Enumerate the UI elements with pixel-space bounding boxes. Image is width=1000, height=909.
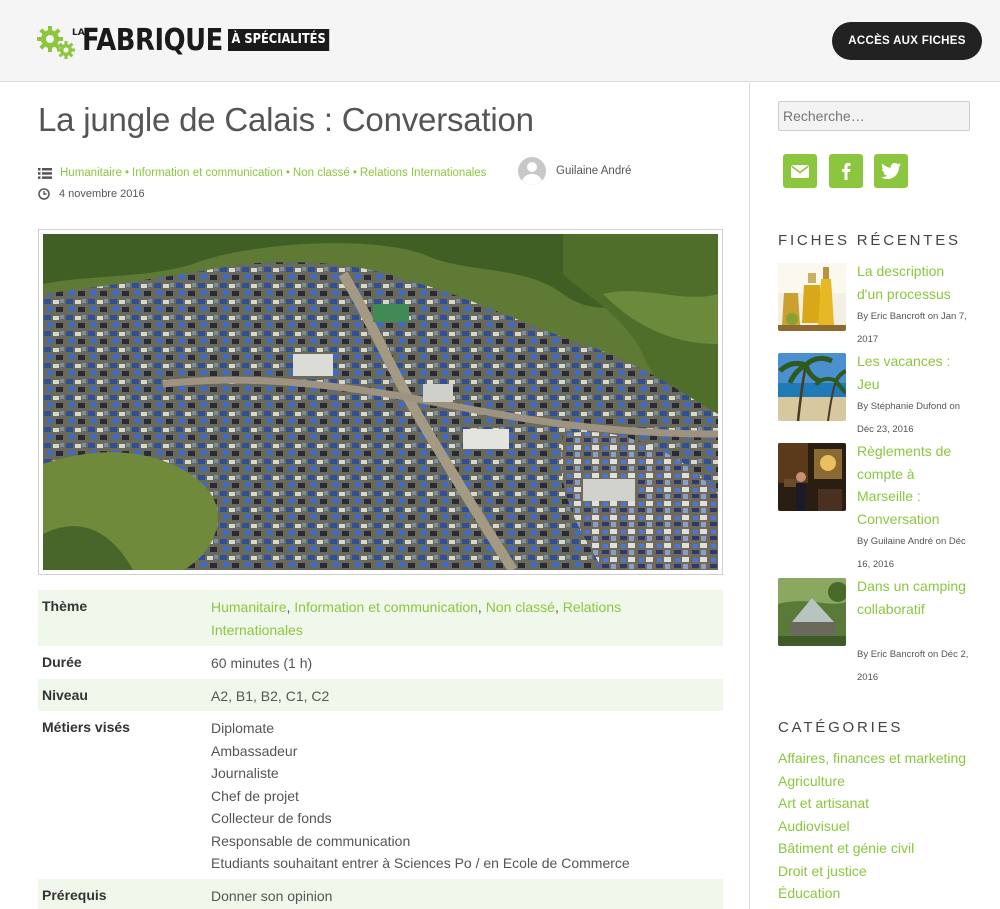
avatar [518,157,546,185]
metier-item: Journaliste [211,765,279,781]
recent-meta: By Eric Bancroft on Déc 2, 2016 [857,649,969,683]
categories-heading: CATÉGORIES [778,719,904,736]
theme-label: Thème [42,598,88,614]
category-item[interactable]: Droit et justice [778,860,966,883]
table-row: Prérequis Donner son opinion [38,879,723,909]
categories-list: Affaires, finances et marketing Agricult… [778,747,966,905]
recent-thumb-oil[interactable] [778,263,846,331]
acces-aux-fiches-button[interactable]: ACCÈS AUX FICHES [832,22,982,60]
table-row: Niveau A2, B1, B2, C1, C2 [38,679,723,711]
duree-label: Durée [42,654,82,670]
recent-thumb-beach[interactable] [778,353,846,421]
category-item[interactable]: Audiovisuel [778,815,966,838]
post-date: 4 novembre 2016 [38,188,145,200]
duree-value: 60 minutes (1 h) [211,655,313,671]
camp-aerial-photo [43,234,718,570]
mail-icon[interactable] [783,154,817,188]
niveau-value: A2, B1, B2, C1, C2 [211,688,330,704]
metiers-label: Métiers visés [42,719,130,735]
post-categories: Humanitaire • Information et communicati… [38,165,486,181]
post-author[interactable]: Guilaine André [518,157,631,185]
search-input[interactable] [778,101,970,131]
post-date-text: 4 novembre 2016 [59,188,145,200]
table-row: Durée 60 minutes (1 h) [38,646,723,679]
logo-main-text: FABRIQUE [82,23,223,58]
clock-icon [38,188,50,200]
author-name: Guilaine André [556,165,632,177]
recent-title[interactable]: Règlements de compte à Marseille : Conve… [857,440,967,530]
category-item[interactable]: Agriculture [778,770,966,793]
logo-specialites-text: À SPÉCIALITÉS [228,29,330,51]
prerequis-value: Donner son opinion [211,888,333,904]
recent-title[interactable]: Les vacances : Jeu [857,350,967,395]
recent-thumb-camping[interactable] [778,578,846,646]
facebook-icon[interactable] [829,154,863,188]
info-table: Thème Humanitaire, Information et commun… [38,590,723,909]
recent-meta: By Eric Bancroft on Jan 7, 2017 [857,311,967,345]
category-item[interactable]: Éducation [778,882,966,905]
recent-meta: By Stéphanie Dufond on Déc 23, 2016 [857,401,960,435]
category-link[interactable]: Non classé [293,167,350,179]
category-separator: • [125,167,130,179]
site-header: LA FABRIQUE À SPÉCIALITÉS ACCÈS AUX FICH… [0,0,1000,82]
category-item[interactable]: Art et artisanat [778,792,966,815]
metier-item: Diplomate [211,720,275,736]
sidebar-divider [749,83,750,909]
recent-title[interactable]: La description d'un processus [857,260,967,305]
recent-title[interactable]: Dans un camping collaboratif [857,575,967,620]
list-icon [38,167,52,179]
recent-thumb-marseille[interactable] [778,443,846,511]
metier-item: Etudiants souhaitant entrer à Sciences P… [211,855,630,871]
metier-item: Ambassadeur [211,742,298,759]
metier-item: Chef de projet [211,787,299,804]
theme-link[interactable]: Humanitaire [211,599,286,615]
site-logo[interactable]: LA FABRIQUE À SPÉCIALITÉS [36,20,330,62]
theme-link[interactable]: Non classé [486,599,555,615]
category-link[interactable]: Humanitaire [60,167,122,179]
table-row: Métiers visés Diplomate Ambassadeur Jour… [38,711,723,879]
featured-image [38,229,723,575]
niveau-label: Niveau [42,687,88,703]
recent-heading: FICHES RÉCENTES [778,232,961,249]
category-separator: • [285,167,290,179]
metiers-list: Diplomate Ambassadeur Journaliste Chef d… [211,717,630,879]
twitter-icon[interactable] [874,154,908,188]
prerequis-label: Prérequis [42,887,107,903]
metier-item: Collecteur de fonds [211,810,332,826]
post-title: La jungle de Calais : Conversation [38,101,534,138]
category-item[interactable]: Bâtiment et génie civil [778,837,966,860]
table-row: Thème Humanitaire, Information et commun… [38,590,723,646]
category-link[interactable]: Information et communication [132,167,283,179]
theme-link[interactable]: Information et communication [294,599,478,615]
category-separator: • [352,167,357,179]
theme-value: Humanitaire, Information et communicatio… [211,599,622,638]
gears-icon [36,21,80,61]
recent-meta: By Guilaine André on Déc 16, 2016 [857,536,966,570]
metier-item: Responsable de communication [211,832,411,849]
category-link[interactable]: Relations Internationales [360,167,487,179]
category-item[interactable]: Affaires, finances et marketing [778,747,966,770]
